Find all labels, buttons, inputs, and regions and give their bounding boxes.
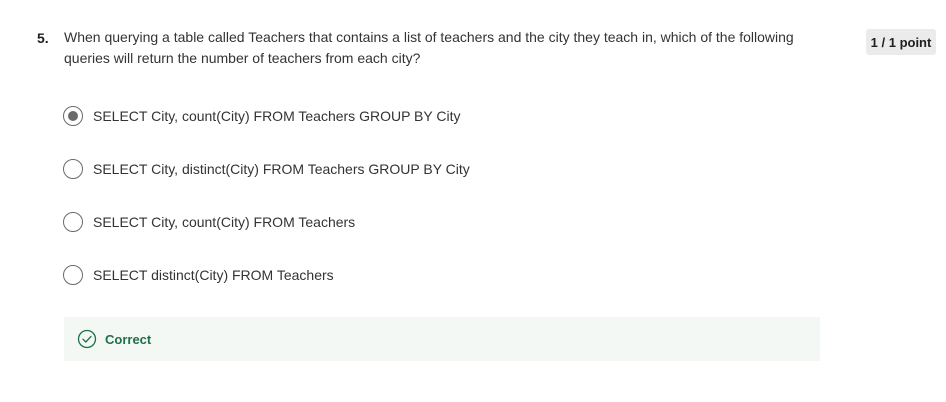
points-badge: 1 / 1 point [866,29,936,55]
radio-button-selected[interactable] [63,106,83,126]
radio-button[interactable] [63,159,83,179]
quiz-question: 5. When querying a table called Teachers… [0,0,946,402]
question-number: 5. [37,30,49,46]
answer-option-4[interactable]: SELECT distinct(City) FROM Teachers [63,261,470,289]
answer-label: SELECT distinct(City) FROM Teachers [93,267,334,283]
feedback-box: Correct [64,317,820,361]
answer-label: SELECT City, count(City) FROM Teachers [93,214,356,230]
answer-option-1[interactable]: SELECT City, count(City) FROM Teachers G… [63,102,470,130]
answer-label: SELECT City, distinct(City) FROM Teacher… [93,161,470,177]
feedback-label: Correct [105,331,152,347]
answer-option-2[interactable]: SELECT City, distinct(City) FROM Teacher… [63,155,470,183]
radio-button[interactable] [63,212,83,232]
answer-label: SELECT City, count(City) FROM Teachers G… [93,108,461,124]
answer-option-3[interactable]: SELECT City, count(City) FROM Teachers [63,208,470,236]
question-text: When querying a table called Teachers th… [64,29,794,66]
radio-dot [68,111,78,121]
radio-button[interactable] [63,265,83,285]
answer-options: SELECT City, count(City) FROM Teachers G… [63,102,470,314]
check-circle-icon [77,329,97,349]
